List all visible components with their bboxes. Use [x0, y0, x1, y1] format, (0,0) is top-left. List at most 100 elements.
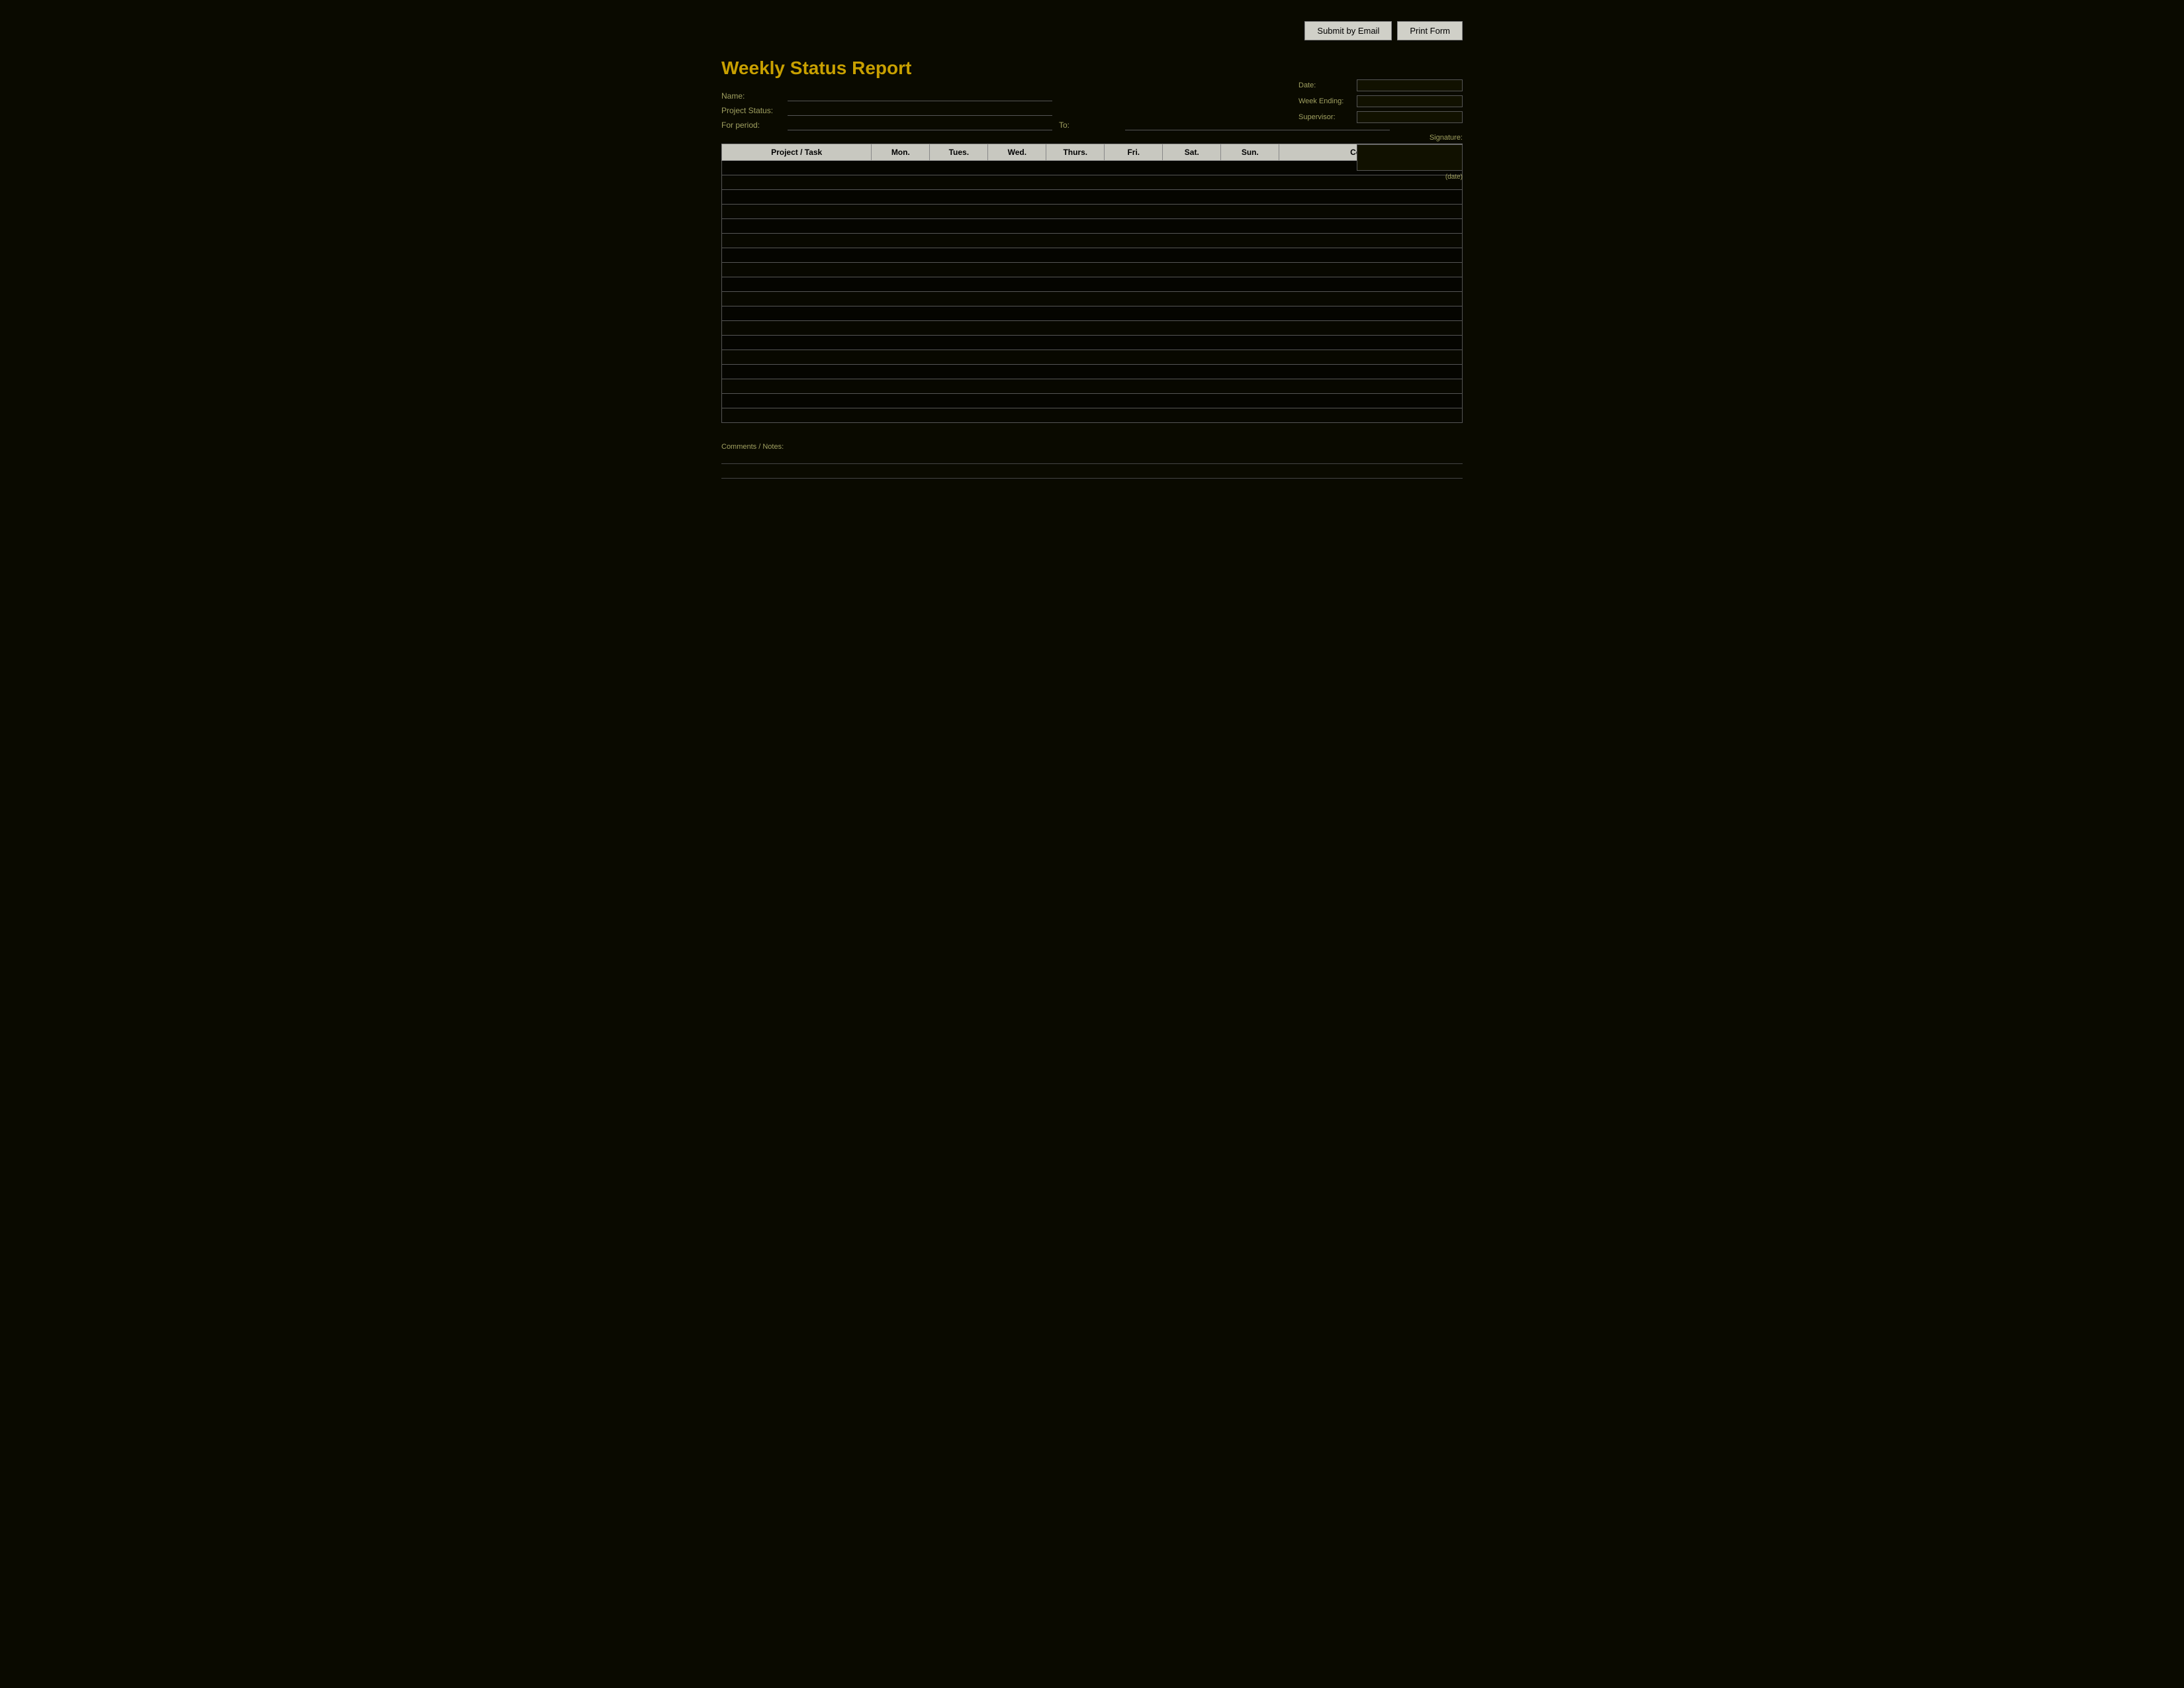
submit-email-button[interactable]: Submit by Email — [1304, 21, 1392, 40]
cell-hours[interactable] — [1105, 234, 1163, 248]
cell-hours[interactable] — [930, 263, 988, 277]
cell-hours[interactable] — [988, 190, 1046, 205]
cell-hours[interactable] — [1046, 292, 1105, 306]
cell-hours[interactable] — [930, 175, 988, 190]
cell-hours[interactable] — [1046, 306, 1105, 321]
cell-hours[interactable] — [1221, 408, 1279, 423]
cell-hours[interactable] — [930, 394, 988, 408]
project-status-input[interactable] — [788, 105, 1052, 116]
week-ending-input[interactable] — [1357, 95, 1463, 107]
cell-project[interactable] — [722, 234, 872, 248]
cell-hours[interactable] — [872, 248, 930, 263]
cell-hours[interactable] — [1105, 292, 1163, 306]
cell-hours[interactable] — [872, 190, 930, 205]
cell-hours[interactable] — [1221, 292, 1279, 306]
cell-hours[interactable] — [1046, 248, 1105, 263]
cell-hours[interactable] — [1046, 175, 1105, 190]
cell-hours[interactable] — [1221, 190, 1279, 205]
cell-hours[interactable] — [930, 234, 988, 248]
cell-hours[interactable] — [1221, 219, 1279, 234]
cell-hours[interactable] — [1221, 205, 1279, 219]
cell-hours[interactable] — [988, 365, 1046, 379]
date-input[interactable] — [1357, 79, 1463, 91]
cell-hours[interactable] — [1163, 234, 1221, 248]
cell-hours[interactable] — [1046, 219, 1105, 234]
cell-project[interactable] — [722, 321, 872, 336]
cell-hours[interactable] — [1046, 190, 1105, 205]
cell-hours[interactable] — [872, 175, 930, 190]
cell-hours[interactable] — [988, 350, 1046, 365]
cell-comments[interactable] — [1279, 277, 1463, 292]
cell-hours[interactable] — [988, 336, 1046, 350]
cell-hours[interactable] — [1221, 248, 1279, 263]
cell-hours[interactable] — [988, 277, 1046, 292]
cell-hours[interactable] — [1105, 175, 1163, 190]
cell-comments[interactable] — [1279, 336, 1463, 350]
cell-hours[interactable] — [930, 408, 988, 423]
cell-hours[interactable] — [1221, 350, 1279, 365]
cell-hours[interactable] — [1046, 379, 1105, 394]
cell-comments[interactable] — [1279, 350, 1463, 365]
cell-comments[interactable] — [1279, 263, 1463, 277]
cell-hours[interactable] — [872, 234, 930, 248]
cell-hours[interactable] — [1105, 394, 1163, 408]
cell-hours[interactable] — [1105, 321, 1163, 336]
cell-hours[interactable] — [872, 365, 930, 379]
cell-hours[interactable] — [1221, 175, 1279, 190]
cell-hours[interactable] — [872, 336, 930, 350]
cell-hours[interactable] — [1105, 219, 1163, 234]
cell-hours[interactable] — [988, 321, 1046, 336]
cell-comments[interactable] — [1279, 408, 1463, 423]
cell-project[interactable] — [722, 205, 872, 219]
cell-hours[interactable] — [872, 161, 930, 175]
cell-hours[interactable] — [872, 394, 930, 408]
for-period-input[interactable] — [788, 120, 1052, 130]
cell-hours[interactable] — [1163, 175, 1221, 190]
cell-hours[interactable] — [1163, 306, 1221, 321]
name-input[interactable] — [788, 91, 1052, 101]
cell-hours[interactable] — [1163, 336, 1221, 350]
cell-hours[interactable] — [1046, 205, 1105, 219]
cell-hours[interactable] — [1046, 161, 1105, 175]
cell-hours[interactable] — [1163, 292, 1221, 306]
cell-hours[interactable] — [988, 248, 1046, 263]
cell-hours[interactable] — [988, 394, 1046, 408]
cell-hours[interactable] — [872, 306, 930, 321]
cell-hours[interactable] — [1163, 190, 1221, 205]
cell-hours[interactable] — [930, 248, 988, 263]
cell-hours[interactable] — [930, 306, 988, 321]
cell-project[interactable] — [722, 336, 872, 350]
cell-hours[interactable] — [1221, 365, 1279, 379]
cell-hours[interactable] — [1046, 350, 1105, 365]
cell-project[interactable] — [722, 365, 872, 379]
cell-hours[interactable] — [872, 292, 930, 306]
cell-hours[interactable] — [1163, 408, 1221, 423]
cell-project[interactable] — [722, 350, 872, 365]
cell-hours[interactable] — [930, 336, 988, 350]
cell-hours[interactable] — [988, 234, 1046, 248]
cell-hours[interactable] — [1105, 205, 1163, 219]
cell-hours[interactable] — [930, 292, 988, 306]
print-form-button[interactable]: Print Form — [1397, 21, 1463, 40]
cell-hours[interactable] — [1221, 234, 1279, 248]
cell-project[interactable] — [722, 277, 872, 292]
cell-hours[interactable] — [1046, 263, 1105, 277]
cell-hours[interactable] — [872, 277, 930, 292]
cell-hours[interactable] — [1105, 161, 1163, 175]
cell-hours[interactable] — [988, 263, 1046, 277]
cell-project[interactable] — [722, 408, 872, 423]
cell-hours[interactable] — [1105, 365, 1163, 379]
cell-comments[interactable] — [1279, 248, 1463, 263]
cell-hours[interactable] — [1163, 205, 1221, 219]
cell-hours[interactable] — [1221, 263, 1279, 277]
cell-project[interactable] — [722, 379, 872, 394]
cell-hours[interactable] — [1046, 394, 1105, 408]
cell-hours[interactable] — [872, 350, 930, 365]
cell-hours[interactable] — [930, 350, 988, 365]
cell-hours[interactable] — [872, 219, 930, 234]
cell-hours[interactable] — [872, 263, 930, 277]
supervisor-input[interactable] — [1357, 111, 1463, 123]
cell-hours[interactable] — [1163, 277, 1221, 292]
cell-hours[interactable] — [988, 379, 1046, 394]
cell-comments[interactable] — [1279, 394, 1463, 408]
